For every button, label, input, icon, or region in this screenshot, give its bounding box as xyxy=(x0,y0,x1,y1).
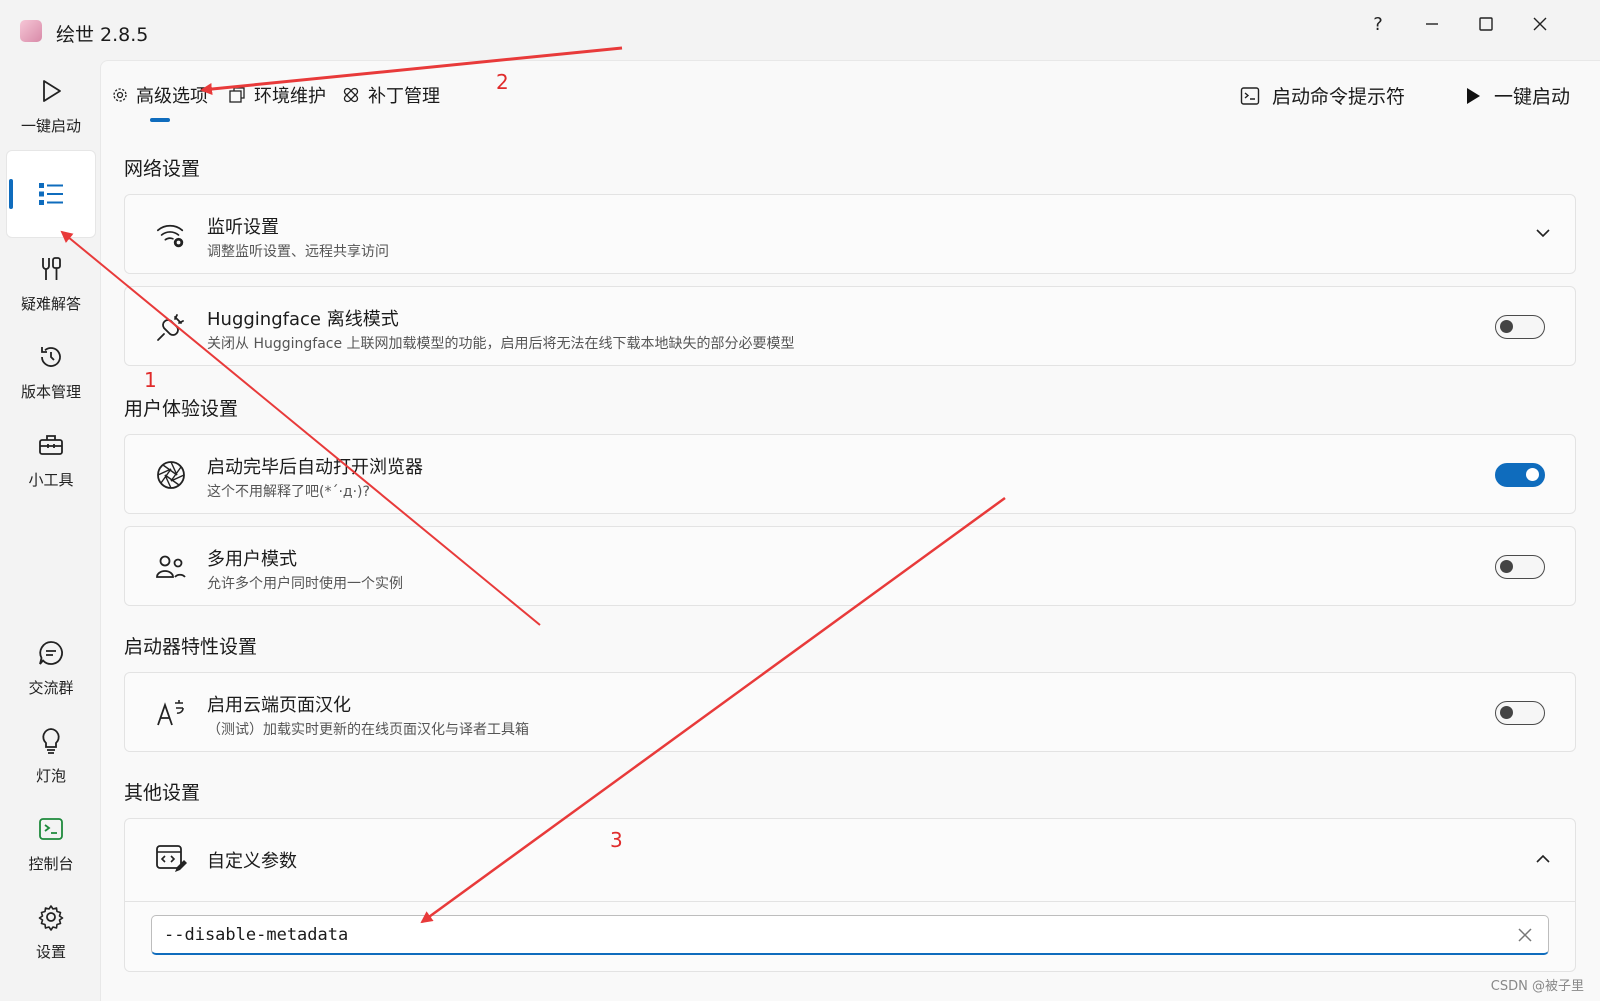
cloud-localization-toggle[interactable] xyxy=(1495,701,1545,725)
card-divider xyxy=(125,901,1575,902)
toolbox-icon xyxy=(37,431,65,459)
card-description: （测试）加载实时更新的在线页面汉化与译者工具箱 xyxy=(207,722,529,738)
code-edit-icon xyxy=(155,843,187,875)
clear-icon[interactable] xyxy=(1515,925,1535,945)
sidebar-item-bulb[interactable]: 灯泡 xyxy=(6,712,96,800)
sidebar-item-tools[interactable]: 小工具 xyxy=(6,416,96,504)
sidebar-item-label: 设置 xyxy=(35,942,66,961)
chat-icon xyxy=(37,639,65,667)
card-title: 自定义参数 xyxy=(207,851,297,872)
toggle-knob xyxy=(1500,320,1513,333)
card-description: 这个不用解释了吧(*´·д·)? xyxy=(207,484,370,500)
huggingface-offline-toggle[interactable] xyxy=(1495,315,1545,339)
sidebar-item-label: 交流群 xyxy=(28,678,74,697)
open-cmd-label: 启动命令提示符 xyxy=(1272,86,1406,108)
card-title: Huggingface 离线模式 xyxy=(207,309,399,330)
tab-label: 高级选项 xyxy=(136,86,208,107)
section-title-network: 网络设置 xyxy=(124,158,201,180)
section-title-ux: 用户体验设置 xyxy=(124,398,239,420)
people-icon xyxy=(155,551,187,583)
tab-patches[interactable]: 补丁管理 xyxy=(342,82,440,108)
minimize-button[interactable] xyxy=(1412,10,1452,38)
wifi-gear-icon xyxy=(155,219,187,251)
sidebar-item-label: 控制台 xyxy=(28,854,74,873)
sidebar-item-launch[interactable]: 一键启动 xyxy=(6,62,96,150)
list-icon xyxy=(37,180,65,208)
minimize-icon xyxy=(1426,23,1438,25)
one-click-launch-label: 一键启动 xyxy=(1494,86,1571,108)
terminal-icon xyxy=(1240,86,1260,105)
card-cloud-localization: 启用云端页面汉化 （测试）加载实时更新的在线页面汉化与译者工具箱 xyxy=(124,672,1576,752)
one-click-launch-button[interactable]: 一键启动 xyxy=(1464,82,1570,109)
history-icon xyxy=(37,343,65,371)
annotation-number-1: 1 xyxy=(144,368,157,392)
annotation-number-3: 3 xyxy=(610,828,623,852)
sidebar-item-versions[interactable]: 版本管理 xyxy=(6,328,96,416)
card-title: 监听设置 xyxy=(207,217,279,238)
tab-label: 环境维护 xyxy=(254,86,326,107)
card-huggingface-offline: Huggingface 离线模式 关闭从 Huggingface 上联网加载模型… xyxy=(124,286,1576,366)
tab-environment[interactable]: 环境维护 xyxy=(228,82,326,108)
close-button[interactable] xyxy=(1520,10,1560,38)
help-button[interactable]: ? xyxy=(1358,10,1398,38)
sidebar-item-label: 版本管理 xyxy=(20,382,81,401)
multi-user-toggle[interactable] xyxy=(1495,555,1545,579)
card-description: 调整监听设置、远程共享访问 xyxy=(207,244,389,260)
bandage-icon xyxy=(343,87,359,103)
card-auto-open-browser: 启动完毕后自动打开浏览器 这个不用解释了吧(*´·д·)? xyxy=(124,434,1576,514)
sidebar-item-chat[interactable]: 交流群 xyxy=(6,624,96,712)
sidebar-item-console[interactable]: 控制台 xyxy=(6,800,96,888)
chevron-down-icon[interactable] xyxy=(1531,221,1555,245)
auto-open-browser-toggle[interactable] xyxy=(1495,463,1545,487)
play-icon xyxy=(37,77,65,105)
sidebar-item-settings[interactable]: 设置 xyxy=(6,888,96,976)
plug-disconnected-icon xyxy=(155,311,187,343)
annotation-number-2: 2 xyxy=(496,70,509,94)
app-title: 绘世 2.8.5 xyxy=(56,24,149,46)
box-icon xyxy=(229,87,245,103)
app-logo-icon xyxy=(20,20,42,42)
sidebar-item-advanced[interactable] xyxy=(6,150,96,238)
active-indicator xyxy=(9,179,13,209)
bulb-icon xyxy=(37,727,65,755)
card-description: 允许多个用户同时使用一个实例 xyxy=(207,576,403,592)
toggle-knob xyxy=(1500,560,1513,573)
console-icon xyxy=(37,815,65,843)
tab-label: 补丁管理 xyxy=(368,86,440,107)
toggle-knob xyxy=(1526,468,1539,481)
gear-icon xyxy=(113,88,127,102)
card-custom-args: 自定义参数 xyxy=(124,818,1576,972)
maximize-button[interactable] xyxy=(1466,10,1506,38)
sidebar-item-label: 疑难解答 xyxy=(20,294,81,313)
custom-args-input[interactable] xyxy=(151,915,1549,955)
maximize-icon xyxy=(1479,17,1493,31)
card-description: 关闭从 Huggingface 上联网加载模型的功能，启用后将无法在线下载本地缺… xyxy=(207,336,795,352)
play-icon xyxy=(1467,87,1480,104)
chevron-up-icon[interactable] xyxy=(1531,847,1555,871)
sidebar: 一键启动 疑难解答 版本管理 小工具 交流群 灯泡 控制台 设置 xyxy=(0,60,100,1000)
translate-icon xyxy=(155,697,187,729)
card-title: 启用云端页面汉化 xyxy=(207,695,351,716)
sidebar-item-label: 小工具 xyxy=(28,470,74,489)
card-title: 多用户模式 xyxy=(207,549,297,570)
aperture-icon xyxy=(155,459,187,491)
sidebar-item-label: 灯泡 xyxy=(35,766,66,785)
tab-advanced[interactable]: 高级选项 xyxy=(112,82,208,108)
open-cmd-button[interactable]: 启动命令提示符 xyxy=(1240,82,1405,109)
toggle-knob xyxy=(1500,706,1513,719)
section-title-other: 其他设置 xyxy=(124,782,201,804)
card-listen-settings[interactable]: 监听设置 调整监听设置、远程共享访问 xyxy=(124,194,1576,274)
sidebar-item-troubleshoot[interactable]: 疑难解答 xyxy=(6,240,96,328)
sidebar-item-label: 一键启动 xyxy=(20,116,81,135)
title-bar: 绘世 2.8.5 ? xyxy=(0,0,1600,60)
card-multi-user: 多用户模式 允许多个用户同时使用一个实例 xyxy=(124,526,1576,606)
gear-icon xyxy=(37,903,65,931)
section-title-launcher: 启动器特性设置 xyxy=(124,636,258,658)
card-title: 启动完毕后自动打开浏览器 xyxy=(207,457,423,478)
watermark: CSDN @被子里 xyxy=(1490,979,1584,994)
close-icon xyxy=(1533,17,1547,31)
tools-icon xyxy=(37,255,65,283)
tab-selected-indicator xyxy=(150,118,170,122)
